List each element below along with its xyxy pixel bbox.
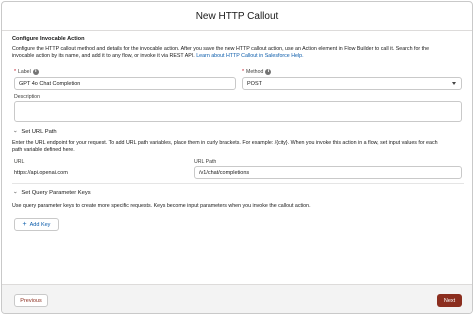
modal-footer: Previous Next bbox=[2, 284, 472, 313]
label-field-label-text: Label bbox=[18, 69, 31, 75]
configure-description-line1: Configure the HTTP callout method and de… bbox=[12, 46, 430, 52]
configure-description-line2: invocable action by its name, and add it… bbox=[12, 53, 464, 60]
method-field-label-text: Method bbox=[246, 69, 264, 75]
url-path-section-title: Set URL Path bbox=[21, 128, 57, 135]
chevron-down-icon: › bbox=[11, 130, 19, 133]
url-path-input[interactable]: /v1/chat/completions bbox=[194, 166, 462, 179]
dropdown-arrow-icon bbox=[452, 82, 456, 85]
next-button[interactable]: Next bbox=[437, 294, 462, 307]
method-field-label: * Method i bbox=[242, 69, 272, 75]
query-description: Use query parameter keys to create more … bbox=[12, 203, 311, 209]
url-path-description-line2: path variable defined here. bbox=[12, 147, 75, 153]
description-field-label: Description bbox=[14, 94, 40, 100]
label-field-label: * Label i bbox=[14, 69, 39, 75]
required-mark: * bbox=[242, 69, 245, 75]
url-path-description-line1: Enter the URL endpoint for your request.… bbox=[12, 140, 438, 146]
description-field-label-text: Description bbox=[14, 94, 40, 100]
info-icon[interactable]: i bbox=[32, 69, 39, 75]
section-divider bbox=[12, 183, 464, 184]
required-mark: * bbox=[14, 69, 17, 75]
info-icon[interactable]: i bbox=[265, 69, 272, 75]
url-path-input-value: /v1/chat/completions bbox=[199, 169, 250, 176]
chevron-down-icon: › bbox=[11, 191, 19, 194]
url-value: https://api.openai.com bbox=[14, 170, 68, 176]
add-key-label: Add Key bbox=[29, 221, 51, 228]
configure-section-title: Configure Invocable Action bbox=[12, 36, 85, 42]
modal-body[interactable]: Configure Invocable Action Configure the… bbox=[2, 32, 472, 284]
label-input-value: GPT 4o Chat Completion bbox=[19, 80, 81, 87]
plus-icon: + bbox=[22, 221, 27, 228]
url-field-label-text: URL bbox=[14, 159, 25, 165]
method-select[interactable]: POST bbox=[242, 77, 462, 90]
configure-description: Configure the HTTP callout method and de… bbox=[12, 46, 464, 60]
configure-description-line2-text: invocable action by its name, and add it… bbox=[12, 53, 197, 59]
help-link[interactable]: Learn about HTTP Callout in Salesforce H… bbox=[196, 53, 303, 59]
method-select-value: POST bbox=[247, 80, 262, 87]
url-path-description: Enter the URL endpoint for your request.… bbox=[12, 140, 464, 154]
query-section-title: Set Query Parameter Keys bbox=[21, 189, 91, 196]
modal-title: New HTTP Callout bbox=[195, 10, 279, 22]
url-field-label: URL bbox=[14, 159, 24, 165]
previous-button[interactable]: Previous bbox=[14, 294, 48, 307]
url-path-section-toggle[interactable]: › Set URL Path bbox=[11, 128, 57, 135]
label-input[interactable]: GPT 4o Chat Completion bbox=[14, 77, 236, 90]
query-section-toggle[interactable]: › Set Query Parameter Keys bbox=[11, 189, 91, 196]
url-path-field-label: URL Path bbox=[194, 159, 216, 165]
url-path-field-label-text: URL Path bbox=[194, 159, 217, 165]
add-key-button[interactable]: + Add Key bbox=[14, 218, 59, 231]
new-http-callout-modal: New HTTP Callout Configure Invocable Act… bbox=[1, 1, 473, 314]
modal-header: New HTTP Callout bbox=[2, 2, 472, 31]
description-textarea[interactable] bbox=[14, 101, 462, 122]
